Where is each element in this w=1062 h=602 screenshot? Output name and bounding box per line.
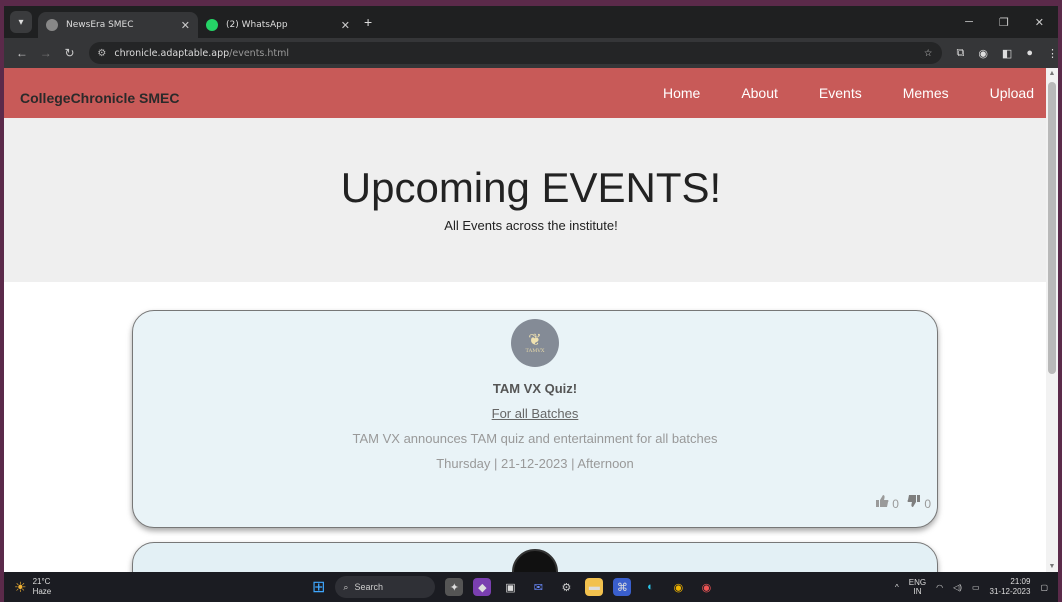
window-controls: ─ ❐ ✕ bbox=[965, 16, 1058, 29]
sidepanel-icon[interactable]: ◧ bbox=[1002, 47, 1012, 60]
notification-icon[interactable]: ▢ bbox=[1040, 583, 1048, 592]
url-host: chronicle.adaptable.app bbox=[114, 47, 230, 59]
event-logo: ❦ TAMVX bbox=[511, 319, 559, 367]
region-code: IN bbox=[913, 587, 922, 596]
nav-upload[interactable]: Upload bbox=[990, 85, 1034, 101]
event-card bbox=[132, 542, 938, 572]
event-card: ❦ TAMVX TAM VX Quiz! For all Batches TAM… bbox=[132, 310, 938, 528]
wifi-icon[interactable]: ◠ bbox=[936, 583, 943, 592]
tab-search-menu-button[interactable]: ▾ bbox=[10, 11, 32, 33]
nav-links: Home About Events Memes Upload bbox=[663, 85, 1034, 101]
url-path: /events.html bbox=[229, 47, 290, 59]
battery-icon[interactable]: ▭ bbox=[972, 583, 980, 592]
like-button[interactable]: 0 bbox=[875, 494, 899, 511]
settings-icon[interactable]: ⚙ bbox=[557, 578, 575, 596]
event-title: TAM VX Quiz! bbox=[492, 381, 578, 396]
close-window-icon[interactable]: ✕ bbox=[1035, 16, 1044, 29]
task-view-icon[interactable]: ▣ bbox=[501, 578, 519, 596]
chevron-up-icon[interactable]: ^ bbox=[895, 583, 899, 592]
new-tab-button[interactable]: + bbox=[364, 14, 372, 30]
menu-kebab-icon[interactable]: ⋮ bbox=[1047, 47, 1058, 60]
taskbar-center: ⊞ ⌕ Search ✦ ◆ ▣ ✉ ⚙ ▬ ⌘ ◐ ◉ ◉ bbox=[312, 576, 715, 598]
chrome-active-icon[interactable]: ◉ bbox=[697, 578, 715, 596]
nav-home[interactable]: Home bbox=[663, 85, 700, 101]
os-taskbar: ☀ 21°C Haze ⊞ ⌕ Search ✦ ◆ ▣ ✉ ⚙ ▬ ⌘ ◐ ◉… bbox=[4, 572, 1058, 602]
file-explorer-icon[interactable]: ▬ bbox=[585, 578, 604, 596]
clock-time: 21:09 bbox=[1010, 577, 1031, 586]
forward-icon[interactable]: → bbox=[34, 46, 58, 60]
globe-icon bbox=[46, 19, 58, 31]
clock-date: 31-12-2023 bbox=[989, 587, 1031, 596]
event-audience-link[interactable]: For all Batches bbox=[133, 406, 937, 421]
dislike-count: 0 bbox=[924, 497, 931, 511]
scroll-down-icon[interactable]: ▼ bbox=[1048, 563, 1056, 570]
minimize-icon[interactable]: ─ bbox=[965, 16, 973, 29]
page-scrollbar[interactable]: ▲ ▼ bbox=[1046, 68, 1058, 572]
clock[interactable]: 21:09 31-12-2023 bbox=[990, 577, 1031, 597]
system-tray: ^ ENG IN ◠ ◁) ▭ 21:09 31-12-2023 ▢ bbox=[895, 577, 1048, 597]
media-icon[interactable]: ◉ bbox=[978, 47, 988, 60]
page-viewport: CollegeChronicle SMEC Home About Events … bbox=[4, 68, 1058, 572]
reload-icon[interactable]: ↻ bbox=[58, 46, 82, 60]
event-date: Thursday | 21-12-2023 | Afternoon bbox=[436, 456, 634, 471]
logo-text: TAMVX bbox=[525, 348, 545, 354]
volume-icon[interactable]: ◁) bbox=[953, 583, 962, 592]
browser-tab-bar: ▾ NewsEra SMEC ✕ (2) WhatsApp ✕ + ─ ❐ ✕ bbox=[4, 6, 1058, 38]
weather-desc: Haze bbox=[32, 587, 52, 596]
weather-widget[interactable]: ☀ 21°C Haze bbox=[14, 577, 51, 597]
event-logo bbox=[512, 549, 558, 572]
language-code: ENG bbox=[908, 578, 927, 587]
weather-icon: ☀ bbox=[14, 578, 27, 595]
chrome-icon[interactable]: ◉ bbox=[669, 578, 687, 596]
windows-start-icon[interactable]: ⊞ bbox=[312, 577, 325, 597]
vote-controls: 0 0 bbox=[875, 494, 931, 511]
site-navbar: CollegeChronicle SMEC Home About Events … bbox=[4, 68, 1058, 118]
copilot-icon[interactable]: ◆ bbox=[473, 578, 492, 596]
profile-icon[interactable]: ● bbox=[1026, 47, 1033, 60]
address-toolbar: ← → ↻ ⚙ chronicle.adaptable.app/events.h… bbox=[4, 38, 1058, 68]
tab-newsera[interactable]: NewsEra SMEC ✕ bbox=[38, 12, 198, 38]
tab-title: (2) WhatsApp bbox=[226, 20, 288, 30]
language-indicator[interactable]: ENG IN bbox=[909, 578, 926, 596]
extensions-area: ⧉ ◉ ◧ ● ⋮ bbox=[956, 47, 1058, 60]
extensions-icon[interactable]: ⧉ bbox=[956, 47, 964, 60]
taskbar-search[interactable]: ⌕ Search bbox=[335, 576, 436, 598]
close-icon[interactable]: ✕ bbox=[181, 19, 190, 32]
dislike-button[interactable]: 0 bbox=[907, 494, 931, 511]
site-brand[interactable]: CollegeChronicle SMEC bbox=[20, 90, 179, 106]
like-count: 0 bbox=[892, 497, 899, 511]
tab-whatsapp[interactable]: (2) WhatsApp ✕ bbox=[198, 12, 358, 38]
search-icon: ⌕ bbox=[343, 581, 349, 592]
search-label: Search bbox=[354, 582, 383, 592]
widgets-icon[interactable]: ✦ bbox=[445, 578, 464, 596]
scrollbar-thumb[interactable] bbox=[1048, 82, 1056, 374]
close-icon[interactable]: ✕ bbox=[341, 19, 350, 32]
owl-icon: ❦ bbox=[528, 330, 542, 349]
whatsapp-icon bbox=[206, 19, 218, 31]
scroll-up-icon[interactable]: ▲ bbox=[1048, 70, 1056, 77]
hero-section: Upcoming EVENTS! All Events across the i… bbox=[4, 118, 1058, 282]
thumbs-up-icon bbox=[875, 495, 889, 507]
bookmark-star-icon[interactable]: ☆ bbox=[924, 48, 933, 59]
site-info-icon[interactable]: ⚙ bbox=[97, 48, 106, 59]
back-icon[interactable]: ← bbox=[10, 46, 34, 60]
tab-title: NewsEra SMEC bbox=[66, 20, 134, 30]
url-bar[interactable]: ⚙ chronicle.adaptable.app/events.html ☆ bbox=[89, 42, 943, 64]
vscode-icon[interactable]: ⌘ bbox=[613, 578, 632, 596]
weather-temp: 21°C bbox=[32, 577, 51, 586]
page-subtitle: All Events across the institute! bbox=[444, 218, 618, 233]
restore-icon[interactable]: ❐ bbox=[999, 16, 1009, 29]
nav-memes[interactable]: Memes bbox=[903, 85, 949, 101]
nav-events[interactable]: Events bbox=[819, 85, 862, 101]
nav-about[interactable]: About bbox=[741, 85, 778, 101]
thumbs-down-icon bbox=[907, 495, 920, 507]
edge-icon[interactable]: ◐ bbox=[641, 578, 659, 596]
teams-icon[interactable]: ✉ bbox=[529, 578, 547, 596]
event-description: TAM VX announces TAM quiz and entertainm… bbox=[352, 431, 718, 446]
page-title: Upcoming EVENTS! bbox=[340, 164, 722, 211]
